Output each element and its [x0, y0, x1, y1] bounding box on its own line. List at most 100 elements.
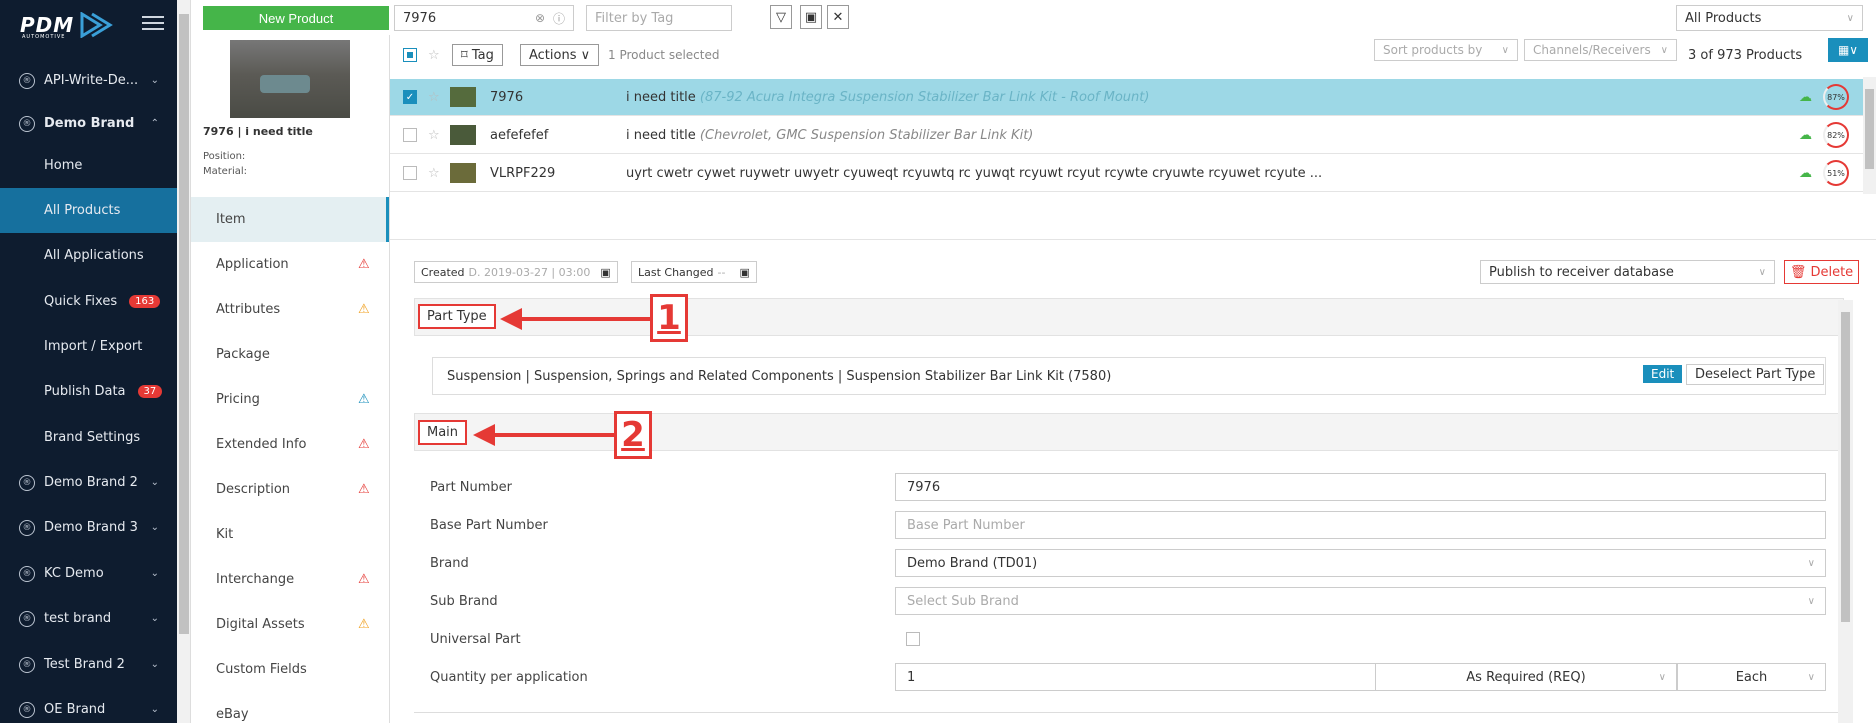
tab-package[interactable]: Package — [191, 332, 389, 377]
sub-brand-placeholder: Select Sub Brand — [907, 593, 1019, 609]
cloud-icon: ☁ — [1799, 89, 1812, 105]
product-row[interactable]: ☆ VLRPF229 uyrt cwetr cywet ruywetr uwyetr… — [390, 155, 1863, 192]
last-changed-label: Last Changed — [638, 265, 714, 279]
tab-pricing[interactable]: Pricing ⚠ — [191, 377, 389, 422]
sidebar-item[interactable]: All Products — [0, 188, 177, 233]
tab-extended-info[interactable]: Extended Info ⚠ — [191, 422, 389, 467]
quantity-unit-value: Each — [1735, 669, 1768, 685]
sidebar-item[interactable]: Import / Export — [0, 324, 177, 369]
publish-select[interactable]: Publish to receiver database ∨ — [1480, 260, 1775, 284]
tab-interchange[interactable]: Interchange ⚠ — [191, 557, 389, 602]
tab-application[interactable]: Application ⚠ — [191, 242, 389, 287]
product-row[interactable]: ✓ ☆ 7976 i need title (87-92 Acura Integra … — [390, 79, 1863, 116]
star-icon[interactable]: ☆ — [428, 128, 440, 143]
row-checkbox[interactable]: ✓ — [403, 90, 417, 104]
tag-filter-input[interactable]: Filter by Tag — [586, 5, 732, 31]
sidebar-scrollbar[interactable] — [177, 0, 191, 723]
tab-label: Custom Fields — [216, 662, 307, 677]
quantity-unit-select[interactable]: Each ∨ — [1677, 663, 1826, 691]
material-label: Material: — [203, 166, 247, 177]
sidebar-item-label: OE Brand — [44, 702, 106, 717]
sidebar-item[interactable]: ® KC Demo ⌄ — [0, 551, 177, 596]
tab-kit[interactable]: Kit — [191, 512, 389, 557]
tab-attributes[interactable]: Attributes ⚠ — [191, 287, 389, 332]
tab-label: Description — [216, 482, 291, 497]
tab-label: Interchange — [216, 572, 295, 587]
calendar-icon[interactable]: ▣ — [600, 266, 610, 279]
sidebar-item[interactable]: Quick Fixes 163 — [0, 279, 177, 324]
product-title: i need title (87-92 Acura Integra Suspen… — [626, 90, 1149, 105]
publish-select-value: Publish to receiver database — [1489, 264, 1674, 280]
count-badge: 163 — [129, 295, 161, 308]
view-mode-button[interactable]: ▦∨ — [1828, 38, 1868, 62]
chevron-down-icon: ⌄ — [150, 477, 159, 488]
sidebar-item-label: Test Brand 2 — [44, 657, 125, 672]
clear-search-icon[interactable]: ⊗ — [535, 11, 545, 25]
sidebar-item-label: Demo Brand 2 — [44, 475, 138, 490]
search-input[interactable]: 7976 ⊗ ⓘ — [394, 5, 574, 31]
sidebar-item[interactable]: ® Demo Brand 3 ⌄ — [0, 505, 177, 550]
brand-icon: ® — [19, 474, 35, 491]
last-changed-value: -- — [717, 265, 726, 279]
product-title: 7976 | i need title — [203, 125, 313, 138]
sidebar-item[interactable]: ® Test Brand 2 ⌄ — [0, 642, 177, 687]
actions-button[interactable]: Actions ∨ — [520, 44, 600, 66]
warning-icon: ⚠ — [358, 257, 370, 272]
sort-select[interactable]: Sort products by ∨ — [1374, 39, 1518, 61]
deselect-part-type-button[interactable]: Deselect Part Type — [1686, 364, 1825, 385]
edit-part-type-button[interactable]: Edit — [1643, 365, 1683, 383]
quantity-field[interactable]: 1 — [895, 663, 1376, 691]
sidebar-item[interactable]: ® Demo Brand 2 ⌄ — [0, 460, 177, 505]
quantity-type-select[interactable]: As Required (REQ) ∨ — [1375, 663, 1677, 691]
calendar-icon[interactable]: ▣ — [739, 266, 749, 279]
star-icon[interactable]: ☆ — [428, 48, 440, 63]
star-icon[interactable]: ☆ — [428, 90, 440, 105]
tab-label: Pricing — [216, 392, 260, 407]
product-row[interactable]: ☆ aefefefef i need title (Chevrolet, GMC S… — [390, 117, 1863, 154]
tab-label: Extended Info — [216, 437, 307, 452]
sidebar-item[interactable]: ® OE Brand ⌄ — [0, 687, 177, 723]
new-product-button[interactable]: New Product — [203, 6, 389, 30]
menu-toggle-icon[interactable] — [142, 16, 164, 32]
brand-icon: ® — [19, 72, 35, 89]
title-text: i need title — [626, 89, 696, 105]
sub-brand-select[interactable]: Select Sub Brand ∨ — [895, 587, 1826, 615]
star-icon[interactable]: ☆ — [428, 166, 440, 181]
list-scrollbar[interactable] — [1863, 77, 1876, 194]
pdm-logo[interactable]: PDM AUTOMOTIVE — [20, 10, 114, 40]
part-type-value: Suspension | Suspension, Springs and Rel… — [447, 368, 1112, 384]
sidebar-item[interactable]: ® Demo Brand ⌃ — [0, 101, 177, 146]
brand-icon: ® — [19, 519, 35, 536]
sidebar-item[interactable]: Publish Data 37 — [0, 369, 177, 414]
tab-label: Package — [216, 347, 270, 362]
sidebar-item[interactable]: Home — [0, 143, 177, 188]
tab-label: Digital Assets — [216, 617, 305, 632]
filter-icon[interactable]: ▽ — [770, 5, 792, 29]
tag-button[interactable]: ⌑ Tag — [452, 44, 503, 66]
tab-item[interactable]: Item — [191, 197, 389, 242]
part-number-field[interactable]: 7976 — [895, 473, 1826, 501]
tab-digital-assets[interactable]: Digital Assets ⚠ — [191, 602, 389, 647]
row-checkbox[interactable] — [403, 166, 417, 180]
tab-custom-fields[interactable]: Custom Fields — [191, 647, 389, 692]
channels-select[interactable]: Channels/Receivers ∨ — [1524, 39, 1677, 61]
base-part-field[interactable]: Base Part Number — [895, 511, 1826, 539]
tab-description[interactable]: Description ⚠ — [191, 467, 389, 512]
delete-button[interactable]: 🗑 Delete — [1784, 260, 1859, 284]
tab-ebay[interactable]: eBay — [191, 692, 389, 723]
detail-scrollbar[interactable] — [1838, 300, 1853, 723]
scope-select[interactable]: All Products ∨ — [1676, 5, 1863, 31]
brand-select[interactable]: Demo Brand (TD01) ∨ — [895, 549, 1826, 577]
sidebar-item[interactable]: All Applications — [0, 233, 177, 278]
sidebar-item[interactable]: ® API-Write-De... ⌄ — [0, 58, 177, 103]
select-all-checkbox[interactable] — [403, 48, 417, 62]
sidebar-item[interactable]: ® test brand ⌄ — [0, 596, 177, 641]
completeness-gauge: 82% — [1823, 122, 1849, 148]
help-icon[interactable]: ⓘ — [553, 10, 565, 27]
universal-part-checkbox[interactable] — [906, 632, 920, 646]
row-checkbox[interactable] — [403, 128, 417, 142]
product-image[interactable] — [230, 40, 350, 118]
clear-filter-icon[interactable]: ✕ — [827, 5, 849, 29]
save-filter-icon[interactable]: ▣ — [800, 5, 822, 29]
sidebar-item[interactable]: Brand Settings — [0, 415, 177, 460]
